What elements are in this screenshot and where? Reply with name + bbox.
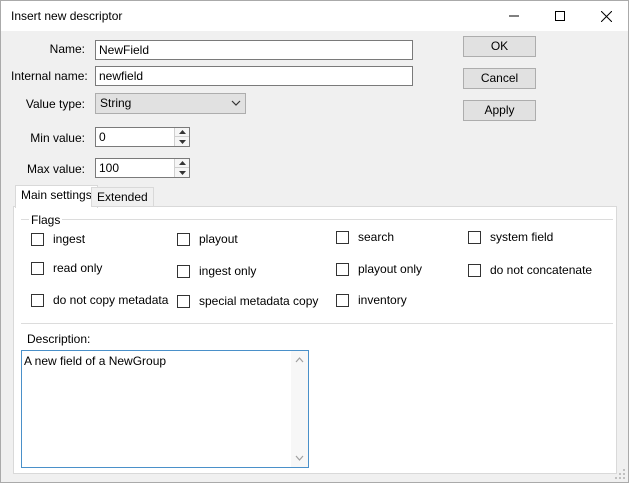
- min-value-up-button[interactable]: [175, 128, 189, 137]
- checkbox-box[interactable]: [31, 261, 44, 275]
- max-value-spin-buttons: [174, 159, 189, 177]
- checkbox-box[interactable]: [31, 293, 44, 307]
- flag-system-field-label: system field: [490, 230, 554, 244]
- max-value-label: Max value:: [26, 162, 85, 176]
- min-value-text[interactable]: 0: [99, 130, 106, 144]
- flag-ingest-label: ingest: [53, 232, 86, 246]
- min-value-label: Min value:: [30, 131, 85, 145]
- window-title: Insert new descriptor: [11, 9, 123, 23]
- max-value-stepper[interactable]: 100: [95, 158, 190, 178]
- minimize-icon: [509, 15, 519, 17]
- flag-search-label: search: [358, 230, 395, 244]
- resize-grip-icon[interactable]: [614, 468, 626, 480]
- flag-ingest-checkbox[interactable]: ingest: [31, 232, 85, 246]
- name-input[interactable]: NewField: [95, 40, 413, 60]
- tab-main-settings[interactable]: Main settings: [15, 185, 98, 208]
- flag-special-metadata-copy-checkbox[interactable]: special metadata copy: [177, 294, 318, 308]
- flag-ingest-only-label: ingest only: [199, 264, 257, 278]
- value-type-value: String: [100, 96, 132, 110]
- maximize-icon: [555, 11, 565, 21]
- triangle-up-icon: [178, 161, 186, 165]
- max-value-up-button[interactable]: [175, 159, 189, 168]
- title-bar[interactable]: Insert new descriptor: [1, 1, 628, 31]
- checkbox-box[interactable]: [31, 232, 44, 246]
- triangle-up-icon: [178, 130, 186, 134]
- max-value-down-button[interactable]: [175, 168, 189, 177]
- checkbox-box[interactable]: [177, 232, 190, 246]
- max-value-text[interactable]: 100: [99, 161, 119, 175]
- flag-playout-only-label: playout only: [358, 262, 423, 276]
- checkbox-box[interactable]: [177, 294, 190, 308]
- name-label: Name:: [49, 42, 85, 56]
- tab-extended[interactable]: Extended: [91, 187, 154, 207]
- checkbox-box[interactable]: [468, 230, 481, 244]
- value-type-select[interactable]: String: [95, 93, 246, 114]
- flag-read-only-checkbox[interactable]: read only: [31, 261, 102, 275]
- flag-inventory-checkbox[interactable]: inventory: [336, 293, 407, 307]
- scroll-down-icon[interactable]: [295, 455, 304, 461]
- close-icon: [600, 10, 612, 22]
- apply-button[interactable]: Apply: [463, 100, 536, 121]
- chevron-down-icon: [231, 100, 241, 106]
- scroll-up-icon[interactable]: [295, 357, 304, 363]
- checkbox-box[interactable]: [336, 230, 349, 244]
- flag-do-not-copy-metadata-label: do not copy metadata: [53, 293, 169, 307]
- flag-system-field-checkbox[interactable]: system field: [468, 230, 553, 244]
- description-text[interactable]: A new field of a NewGroup: [24, 354, 166, 368]
- checkbox-box[interactable]: [336, 262, 349, 276]
- flag-do-not-copy-metadata-checkbox[interactable]: do not copy metadata: [31, 293, 168, 307]
- flag-do-not-concatenate-checkbox[interactable]: do not concatenate: [468, 263, 592, 277]
- flag-inventory-label: inventory: [358, 293, 407, 307]
- value-type-label: Value type:: [25, 97, 85, 111]
- ok-button[interactable]: OK: [463, 36, 536, 57]
- cancel-button[interactable]: Cancel: [463, 68, 536, 89]
- checkbox-box[interactable]: [177, 264, 190, 278]
- triangle-down-icon: [178, 139, 186, 144]
- checkbox-box[interactable]: [336, 293, 349, 307]
- description-scrollbar[interactable]: [291, 351, 308, 467]
- minimize-button[interactable]: [491, 1, 537, 31]
- flags-group-label: Flags: [29, 213, 63, 227]
- flag-ingest-only-checkbox[interactable]: ingest only: [177, 264, 256, 278]
- checkbox-box[interactable]: [468, 263, 481, 277]
- flag-playout-only-checkbox[interactable]: playout only: [336, 262, 422, 276]
- close-button[interactable]: [583, 1, 629, 31]
- flag-playout-label: playout: [199, 232, 238, 246]
- flag-read-only-label: read only: [53, 261, 103, 275]
- flag-do-not-concatenate-label: do not concatenate: [490, 263, 593, 277]
- triangle-down-icon: [178, 170, 186, 175]
- maximize-button[interactable]: [537, 1, 583, 31]
- flag-search-checkbox[interactable]: search: [336, 230, 394, 244]
- flag-playout-checkbox[interactable]: playout: [177, 232, 238, 246]
- min-value-stepper[interactable]: 0: [95, 127, 190, 147]
- description-textarea[interactable]: A new field of a NewGroup: [21, 350, 309, 468]
- dialog-window: Insert new descriptor Name: NewField Int…: [0, 0, 629, 483]
- min-value-spin-buttons: [174, 128, 189, 146]
- internal-name-input[interactable]: newfield: [95, 66, 413, 86]
- min-value-down-button[interactable]: [175, 137, 189, 146]
- internal-name-label: Internal name:: [11, 69, 88, 83]
- flag-special-metadata-copy-label: special metadata copy: [199, 294, 319, 308]
- description-label: Description:: [27, 332, 91, 346]
